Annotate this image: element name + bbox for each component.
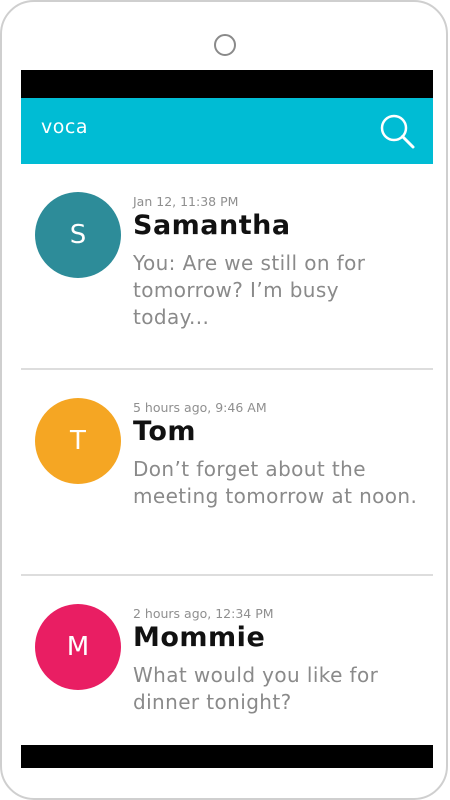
message-timestamp: 5 hours ago, 9:46 AM (133, 400, 267, 415)
conversation-list: S Jan 12, 11:38 PM Samantha You: Are we … (21, 164, 433, 768)
status-bar (21, 70, 433, 98)
app-screen: voca S Jan 12, 11:38 PM Samantha You: Ar… (21, 70, 433, 768)
avatar: M (35, 604, 121, 690)
conversation-item-tom[interactable]: T 5 hours ago, 9:46 AM Tom Don’t forget … (21, 370, 433, 576)
avatar-initial: T (70, 426, 86, 456)
search-button[interactable] (377, 112, 417, 152)
contact-name: Mommie (133, 622, 266, 653)
message-preview: Don’t forget about the meeting tomorrow … (133, 457, 418, 508)
message-preview: What would you like for dinner tonight? (133, 663, 379, 714)
avatar: T (35, 398, 121, 484)
conversation-item-samantha[interactable]: S Jan 12, 11:38 PM Samantha You: Are we … (21, 164, 433, 370)
app-title: voca (41, 116, 88, 138)
message-timestamp: Jan 12, 11:38 PM (133, 194, 239, 209)
avatar: S (35, 192, 121, 278)
message-timestamp: 2 hours ago, 12:34 PM (133, 606, 274, 621)
avatar-initial: M (66, 632, 90, 662)
avatar-initial: S (69, 220, 87, 250)
conversation-item-mommie[interactable]: M 2 hours ago, 12:34 PM Mommie What woul… (21, 576, 433, 768)
bottom-navigation-bar (21, 745, 433, 768)
message-preview: You: Are we still on for tomorrow? I’m b… (133, 251, 366, 329)
front-camera (214, 34, 236, 56)
search-icon (380, 114, 415, 149)
contact-name: Samantha (133, 210, 291, 241)
contact-name: Tom (133, 416, 197, 447)
app-bar: voca (21, 98, 433, 164)
